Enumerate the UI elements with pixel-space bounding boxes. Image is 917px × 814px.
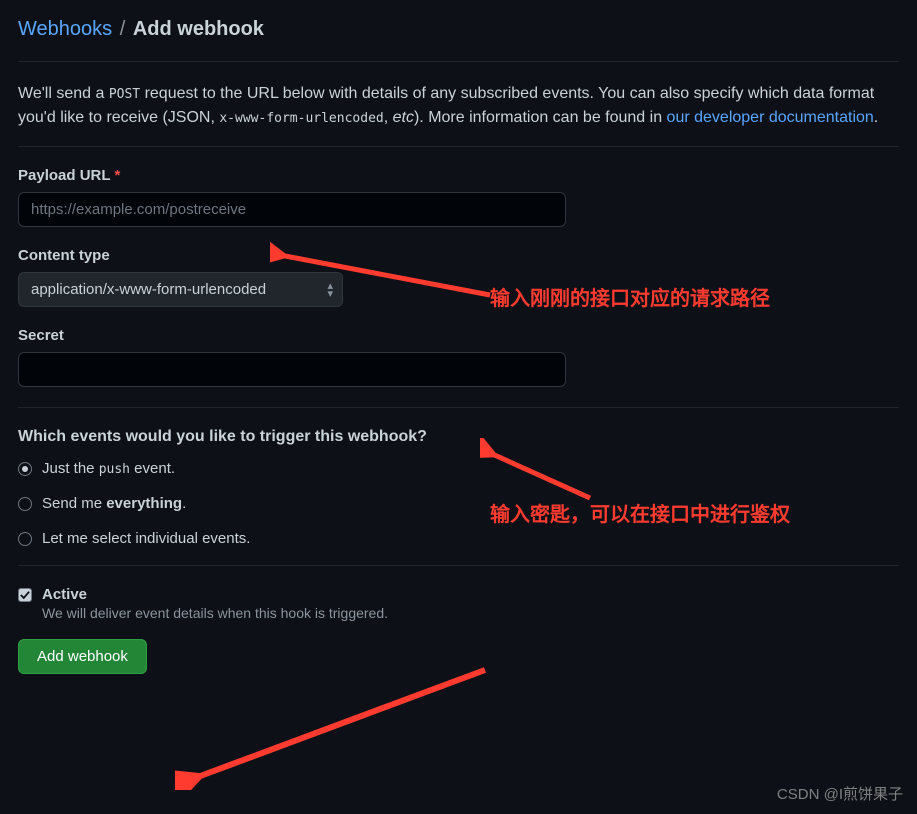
divider — [18, 146, 899, 147]
divider — [18, 61, 899, 62]
events-heading: Which events would you like to trigger t… — [18, 428, 899, 446]
breadcrumb-parent-link[interactable]: Webhooks — [18, 18, 112, 40]
add-webhook-button[interactable]: Add webhook — [18, 639, 147, 674]
radio-individual-label[interactable]: Let me select individual events. — [42, 530, 250, 547]
checkmark-icon — [20, 590, 30, 600]
watermark: CSDN @I煎饼果子 — [777, 783, 903, 804]
active-label: Active — [42, 586, 388, 603]
content-type-label: Content type — [18, 247, 899, 264]
breadcrumb: Webhooks / Add webhook — [18, 18, 899, 41]
docs-link[interactable]: our developer documentation — [667, 109, 874, 126]
payload-url-label: Payload URL* — [18, 167, 899, 184]
radio-individual[interactable] — [18, 532, 32, 546]
active-description: We will deliver event details when this … — [42, 605, 388, 621]
annotation-text-1: 输入刚刚的接口对应的请求路径 — [490, 282, 770, 311]
divider — [18, 407, 899, 408]
content-type-select[interactable]: application/x-www-form-urlencoded — [18, 272, 343, 307]
radio-everything[interactable] — [18, 497, 32, 511]
active-checkbox[interactable] — [18, 588, 32, 602]
breadcrumb-separator: / — [120, 18, 126, 40]
radio-just-push[interactable] — [18, 462, 32, 476]
secret-label: Secret — [18, 327, 899, 344]
radio-just-push-label[interactable]: Just the push event. — [42, 460, 175, 477]
annotation-text-2: 输入密匙，可以在接口中进行鉴权 — [490, 498, 790, 527]
intro-text: We'll send a POST request to the URL bel… — [18, 82, 899, 130]
payload-url-input[interactable] — [18, 192, 566, 227]
secret-input[interactable] — [18, 352, 566, 387]
breadcrumb-current: Add webhook — [133, 18, 264, 40]
radio-everything-label[interactable]: Send me everything. — [42, 495, 186, 512]
divider — [18, 565, 899, 566]
